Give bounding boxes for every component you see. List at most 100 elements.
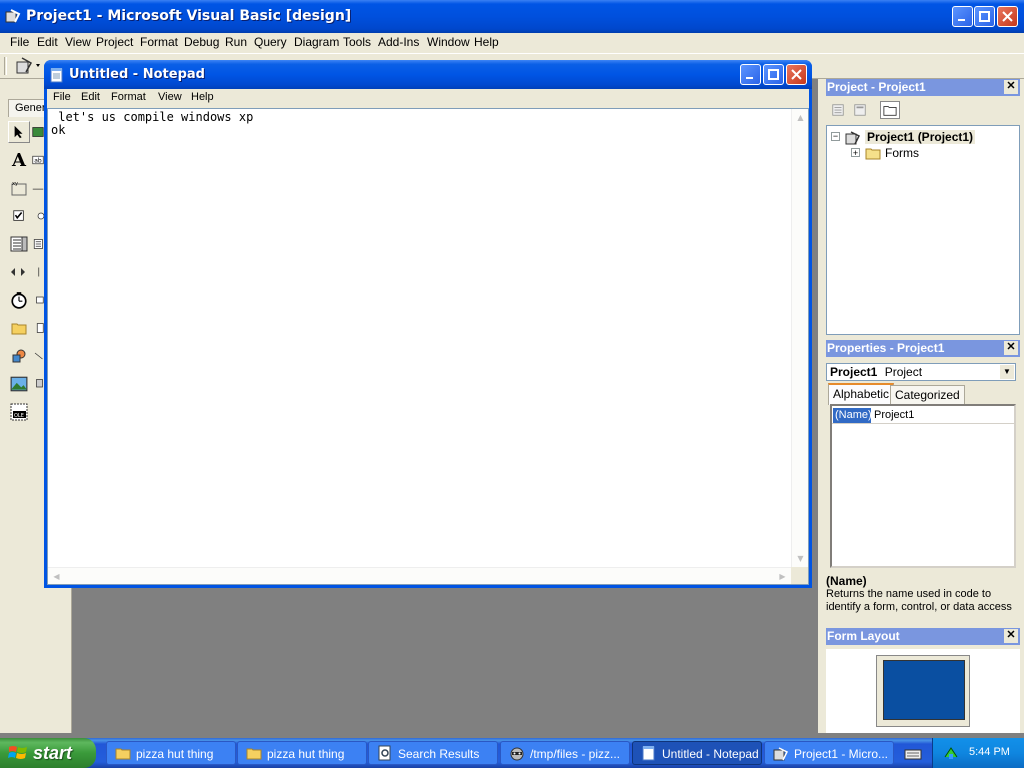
listbox-icon [33, 239, 43, 249]
image-tool[interactable] [8, 373, 30, 395]
scroll-left-icon[interactable]: ◀ [49, 569, 64, 584]
menu-file[interactable]: File [10, 35, 29, 49]
vertical-scrollbar[interactable]: ▲ ▼ [791, 109, 808, 567]
notepad-menu-file[interactable]: File [53, 91, 71, 103]
data-tool[interactable] [32, 373, 44, 395]
vb-app-icon[interactable] [5, 8, 21, 24]
notepad-menu-view[interactable]: View [158, 91, 182, 103]
taskbar-item-notepad[interactable]: Untitled - Notepad [632, 741, 762, 765]
label-tool[interactable]: A [8, 149, 30, 171]
view-code-button[interactable] [828, 101, 848, 119]
menu-help[interactable]: Help [474, 35, 499, 49]
horizontal-scrollbar[interactable]: ◀ ▶ [48, 567, 791, 584]
taskbar-item-label: /tmp/files - pizz... [530, 747, 621, 761]
taskbar-item-folder-2[interactable]: pizza hut thing [237, 741, 367, 765]
system-tray: 5:44 PM [932, 738, 1024, 768]
tab-alphabetic[interactable]: Alphabetic [828, 383, 895, 405]
minimize-button[interactable] [952, 6, 973, 27]
notepad-icon [50, 68, 63, 83]
menu-debug[interactable]: Debug [184, 35, 219, 49]
close-button[interactable] [997, 6, 1018, 27]
clock[interactable]: 5:44 PM [969, 746, 1010, 758]
shape-tool[interactable] [8, 345, 30, 367]
properties-close-button[interactable]: ✕ [1004, 341, 1018, 355]
menu-diagram[interactable]: Diagram [294, 35, 339, 49]
menu-view[interactable]: View [65, 35, 91, 49]
project-explorer-title[interactable]: Project - Project1 ✕ [826, 79, 1020, 96]
expand-icon[interactable]: + [851, 148, 860, 158]
toolbox-general-tab[interactable]: General [8, 99, 48, 117]
checkbox-icon [13, 210, 24, 221]
form-layout-area[interactable] [826, 649, 1020, 733]
toggle-folders-button[interactable] [880, 101, 900, 119]
frame-tool[interactable]: xy [8, 177, 30, 199]
menu-edit[interactable]: Edit [37, 35, 58, 49]
commandbutton-tool[interactable] [32, 177, 44, 199]
menu-query[interactable]: Query [254, 35, 287, 49]
svg-text:ab: ab [34, 157, 42, 164]
form-layout-close-button[interactable]: ✕ [1004, 629, 1018, 643]
combobox-tool[interactable] [8, 233, 30, 255]
line-tool[interactable] [32, 345, 44, 367]
network-icon[interactable] [943, 745, 959, 761]
notepad-minimize-button[interactable] [740, 64, 761, 85]
menu-addins[interactable]: Add-Ins [378, 35, 419, 49]
collapse-icon[interactable]: − [831, 132, 840, 141]
right-dock: Project - Project1 ✕ − Project1 (Project… [818, 79, 1024, 733]
scroll-right-icon[interactable]: ▶ [775, 569, 790, 584]
listbox-tool[interactable] [32, 233, 44, 255]
property-value[interactable]: Project1 [874, 409, 914, 421]
filelistbox-tool[interactable] [32, 317, 44, 339]
taskbar-item-label: Project1 - Micro... [794, 747, 889, 761]
dirlistbox-tool[interactable] [8, 317, 30, 339]
notepad-close-button[interactable] [786, 64, 807, 85]
vscrollbar-tool[interactable] [32, 261, 44, 283]
menu-window[interactable]: Window [427, 35, 470, 49]
pointer-tool[interactable] [8, 121, 30, 143]
resize-grip-icon[interactable] [791, 567, 808, 584]
view-object-button[interactable] [850, 101, 870, 119]
optionbutton-tool[interactable] [32, 205, 44, 227]
drivelistbox-tool[interactable] [32, 289, 44, 311]
textbox-tool[interactable]: ab [32, 149, 44, 171]
tab-categorized[interactable]: Categorized [890, 385, 965, 405]
object-selector[interactable]: Project1 Project ▼ [826, 363, 1016, 381]
notepad-title: Untitled - Notepad [69, 67, 205, 82]
windows-logo-icon [8, 746, 27, 759]
menu-tools[interactable]: Tools [343, 35, 371, 49]
maximize-button[interactable] [974, 6, 995, 27]
taskbar-item-visual-basic[interactable]: Project1 - Micro... [764, 741, 894, 765]
notepad-title-bar[interactable]: Untitled - Notepad [44, 60, 812, 89]
notepad-menu-help[interactable]: Help [191, 91, 214, 103]
start-button[interactable]: start [0, 738, 96, 768]
scroll-down-icon[interactable]: ▼ [793, 551, 808, 566]
taskbar-item-folder-1[interactable]: pizza hut thing [106, 741, 236, 765]
property-row-name[interactable]: (Name) Project1 [832, 408, 1014, 424]
picturebox-tool[interactable] [32, 121, 44, 143]
checkbox-tool[interactable] [8, 205, 30, 227]
notepad-menu-edit[interactable]: Edit [81, 91, 100, 103]
chevron-down-icon[interactable]: ▼ [1000, 365, 1014, 379]
project-explorer-close-button[interactable]: ✕ [1004, 80, 1018, 94]
vb-title-bar[interactable]: Project1 - Microsoft Visual Basic [desig… [0, 0, 1024, 33]
form-layout-title[interactable]: Form Layout ✕ [826, 628, 1020, 645]
timer-tool[interactable] [8, 289, 30, 311]
properties-title[interactable]: Properties - Project1 ✕ [826, 340, 1020, 357]
add-project-icon[interactable] [14, 56, 44, 76]
taskbar-item-tmp-files[interactable]: /tmp/files - pizz... [500, 741, 630, 765]
ole-tool[interactable]: OLE [8, 401, 30, 423]
notepad-menu-format[interactable]: Format [111, 91, 146, 103]
notepad-text[interactable]: let's us compile windows xp ok [51, 111, 789, 561]
menu-project[interactable]: Project [96, 35, 133, 49]
scroll-up-icon[interactable]: ▲ [793, 110, 808, 125]
taskbar-item-search-results[interactable]: Search Results [368, 741, 498, 765]
hscrollbar-tool[interactable] [8, 261, 30, 283]
property-description-text: Returns the name used in code to identif… [826, 588, 1012, 613]
menu-run[interactable]: Run [225, 35, 247, 49]
toolbar-grip[interactable] [4, 57, 7, 75]
notepad-edit-area[interactable]: let's us compile windows xp ok ▲ ▼ ◀ ▶ [47, 108, 809, 585]
menu-format[interactable]: Format [140, 35, 178, 49]
notepad-menubar: File Edit Format View Help [47, 89, 809, 108]
notepad-maximize-button[interactable] [763, 64, 784, 85]
keyboard-icon[interactable] [904, 745, 922, 761]
